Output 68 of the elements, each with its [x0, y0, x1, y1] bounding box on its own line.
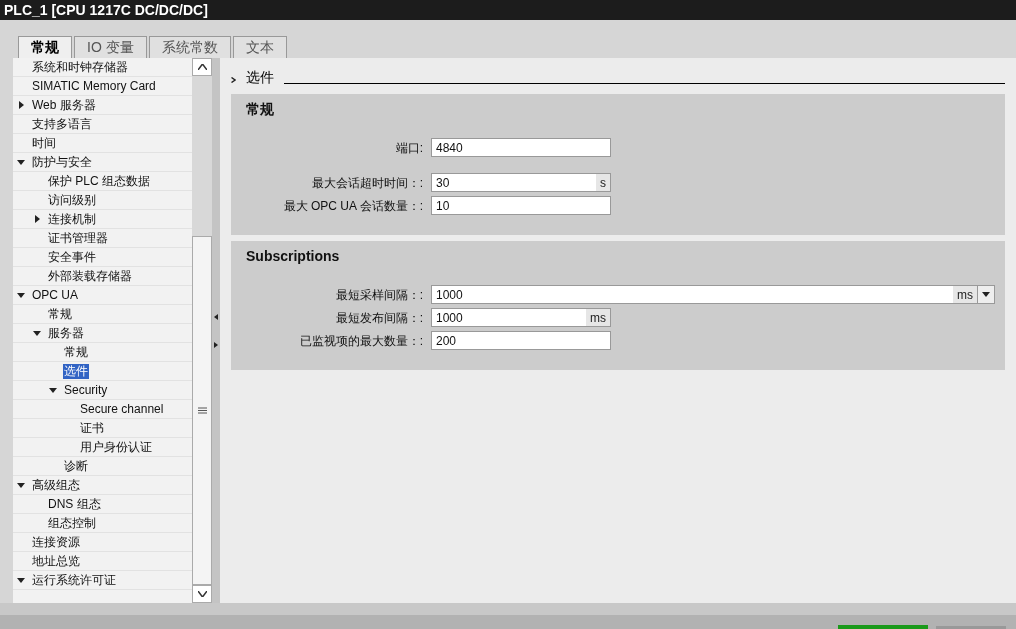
field-label: 已监视项的最大数量：:	[298, 332, 424, 350]
field-label: 最短发布间隔：:	[334, 309, 424, 327]
tree-item[interactable]: 安全事件	[47, 249, 97, 265]
tree-item[interactable]: 常规	[63, 344, 89, 360]
tab[interactable]: IO 变量	[74, 36, 147, 58]
collapsed-arrow-icon[interactable]	[33, 215, 41, 223]
scroll-down-icon[interactable]	[197, 591, 207, 597]
tree-item[interactable]: 地址总览	[31, 553, 81, 569]
tree-item[interactable]: 连接资源	[31, 534, 81, 550]
tree-item[interactable]: 选件	[63, 363, 89, 379]
tree-item[interactable]: 保护 PLC 组态数据	[47, 173, 151, 189]
tree-item[interactable]: 外部装载存储器	[47, 268, 133, 284]
section-title: Subscriptions	[245, 247, 341, 266]
expand-right-icon[interactable]	[214, 341, 218, 348]
dropdown-button[interactable]	[977, 286, 994, 303]
unit-label: ms	[953, 286, 977, 303]
collapse-left-icon[interactable]	[214, 313, 218, 320]
tab[interactable]: 系统常数	[148, 36, 231, 58]
tree-item[interactable]: 高级组态	[31, 477, 81, 493]
input-field[interactable]: 200	[431, 331, 611, 350]
input-field[interactable]: 1000 ms	[431, 285, 995, 304]
section-title: 常规	[245, 100, 275, 119]
title-bar: PLC_1 [CPU 1217C DC/DC/DC]	[0, 0, 1016, 20]
chevron-icon	[231, 77, 236, 83]
tree-item[interactable]: 组态控制	[47, 515, 97, 531]
tree-item[interactable]: SIMATIC Memory Card	[31, 78, 157, 94]
scrollbar[interactable]	[192, 58, 212, 603]
input-field[interactable]: 10	[431, 196, 611, 215]
tab[interactable]: 常规	[18, 36, 72, 58]
tree-item[interactable]: 支持多语言	[31, 116, 93, 132]
tree-item[interactable]: 证书	[79, 420, 105, 436]
tree-item[interactable]: 运行系统许可证	[31, 572, 117, 588]
expanded-arrow-icon[interactable]	[49, 386, 57, 394]
field-label: 最大 OPC UA 会话数量：:	[282, 197, 424, 215]
tree-item[interactable]: 常规	[47, 306, 73, 322]
input-field[interactable]: 1000 ms	[431, 308, 611, 327]
tree-item[interactable]: 防护与安全	[31, 154, 93, 170]
tree-item[interactable]: 用户身份认证	[79, 439, 153, 455]
tab[interactable]: 文本	[232, 36, 287, 58]
unit-label: s	[596, 174, 610, 191]
scroll-up-icon[interactable]	[197, 64, 207, 70]
tree-item[interactable]: 访问级别	[47, 192, 97, 208]
input-field[interactable]: 30 s	[431, 173, 611, 192]
caret-icon	[982, 292, 990, 297]
expanded-arrow-icon[interactable]	[17, 576, 25, 584]
expanded-arrow-icon[interactable]	[17, 158, 25, 166]
tree-item[interactable]: Secure channel	[79, 401, 165, 417]
tree-item[interactable]: 证书管理器	[47, 230, 109, 246]
tree-item[interactable]: DNS 组态	[47, 496, 102, 512]
expanded-arrow-icon[interactable]	[17, 291, 25, 299]
tree-item[interactable]: 服务器	[47, 325, 85, 341]
section-heading: 选件	[246, 68, 274, 87]
tree-item[interactable]: 连接机制	[47, 211, 97, 227]
tree-item[interactable]: 系统和时钟存储器	[31, 59, 129, 75]
tree-item[interactable]: 时间	[31, 135, 57, 151]
unit-label: ms	[586, 309, 610, 326]
collapsed-arrow-icon[interactable]	[17, 101, 25, 109]
expanded-arrow-icon[interactable]	[17, 481, 25, 489]
field-label: 端口:	[394, 139, 424, 157]
field-label: 最短采样间隔：:	[334, 286, 424, 304]
tree-item[interactable]: OPC UA	[31, 287, 79, 303]
field-label: 最大会话超时时间：:	[310, 174, 424, 192]
tree-item[interactable]: Security	[63, 382, 109, 398]
expanded-arrow-icon[interactable]	[33, 329, 41, 337]
tree-item[interactable]: Web 服务器	[31, 97, 97, 113]
grip-icon	[197, 407, 207, 414]
input-field[interactable]: 4840	[431, 138, 611, 157]
tree-item[interactable]: 诊断	[63, 458, 89, 474]
